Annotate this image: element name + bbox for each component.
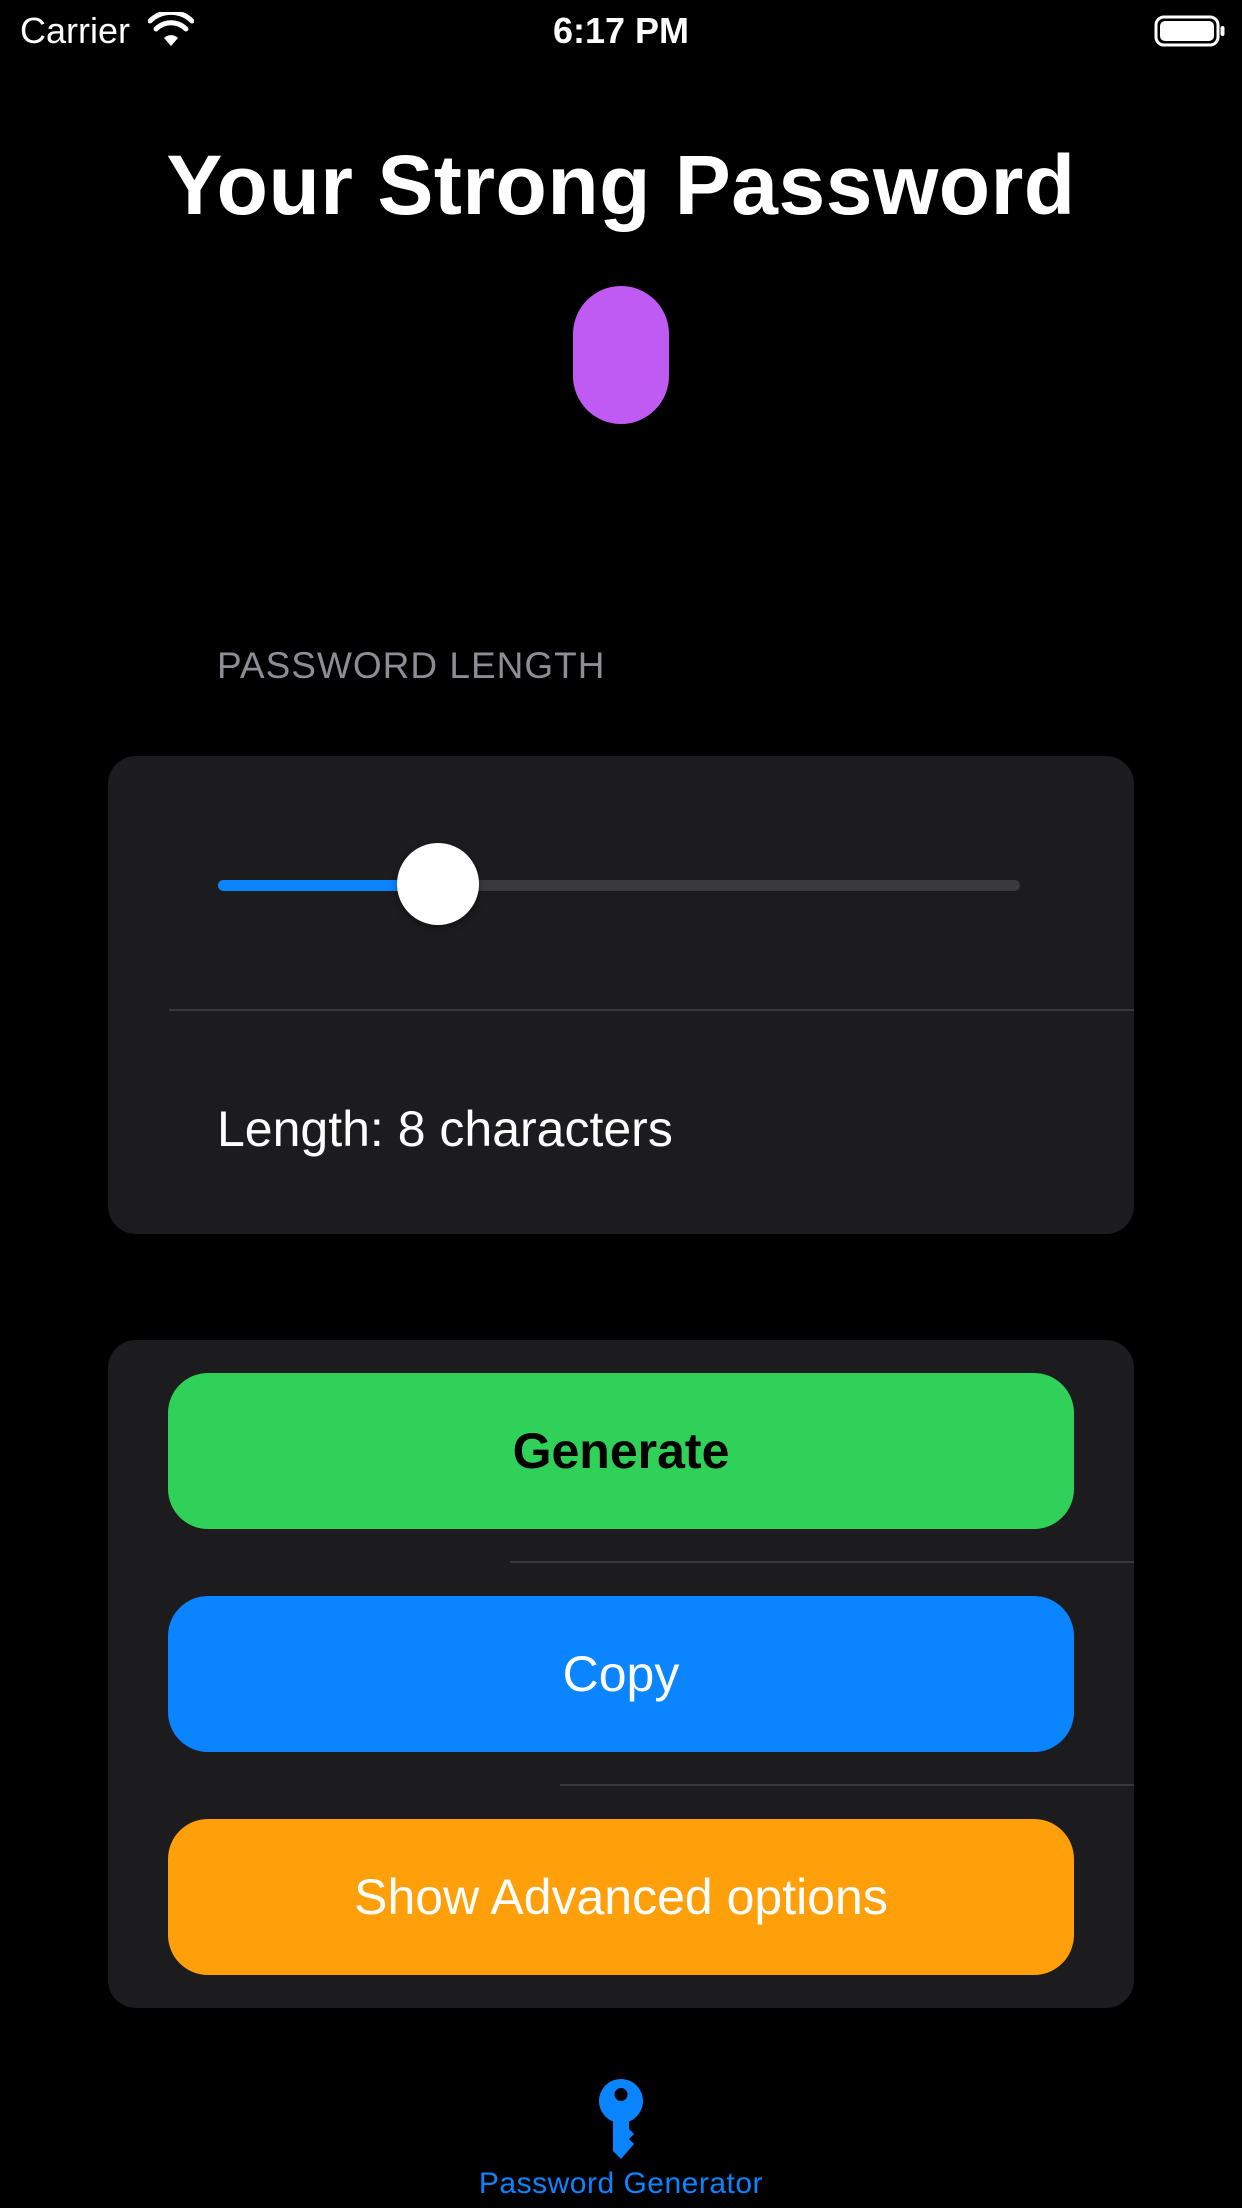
- show-advanced-options-button[interactable]: Show Advanced options: [168, 1819, 1074, 1975]
- slider-thumb[interactable]: [397, 843, 479, 925]
- status-bar: Carrier 6:17 PM: [0, 0, 1242, 62]
- password-length-header: PASSWORD LENGTH: [217, 645, 606, 686]
- page-title: Your Strong Password: [166, 138, 1076, 232]
- key-icon: [598, 2079, 644, 2159]
- password-length-card: Length: 8 characters: [108, 756, 1134, 1234]
- tab-label: Password Generator: [478, 2167, 764, 2200]
- copy-button[interactable]: Copy: [168, 1596, 1074, 1752]
- tab-password-generator[interactable]: Password Generator: [421, 2070, 821, 2208]
- divider: [510, 1561, 1134, 1563]
- generate-button[interactable]: Generate: [168, 1373, 1074, 1529]
- length-label: Length: 8 characters: [217, 1101, 673, 1157]
- battery-full-icon: [1154, 15, 1225, 47]
- divider: [560, 1784, 1134, 1786]
- password-display[interactable]: [573, 286, 669, 424]
- password-length-slider[interactable]: [218, 838, 1020, 934]
- status-time: 6:17 PM: [552, 10, 690, 51]
- actions-card: Generate Copy Show Advanced options: [108, 1340, 1134, 2008]
- divider: [169, 1009, 1134, 1011]
